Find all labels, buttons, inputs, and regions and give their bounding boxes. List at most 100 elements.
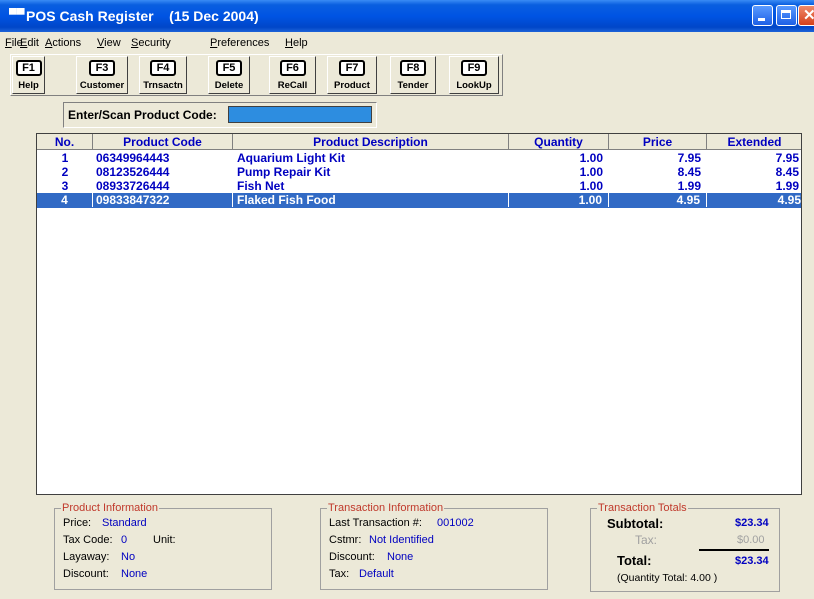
help-button-label: Help xyxy=(18,80,39,91)
transaction-info-title: Transaction Information xyxy=(327,502,445,514)
window-title: POS Cash Register (15 Dec 2004) xyxy=(26,8,259,24)
row-price: 1.99 xyxy=(677,179,701,193)
table-row[interactable]: 2 08123526444 Pump Repair Kit 1.00 8.45 … xyxy=(37,165,801,179)
product-code-input[interactable] xyxy=(228,106,372,123)
pos-window: ▀▀ POS Cash Register (15 Dec 2004) ✕ Fil… xyxy=(0,0,814,599)
col-quantity-header[interactable]: Quantity xyxy=(509,134,609,150)
table-row[interactable]: 3 08933726444 Fish Net 1.00 1.99 1.99 xyxy=(37,179,801,193)
menu-view[interactable]: View xyxy=(97,37,121,49)
total-value: $23.34 xyxy=(735,555,769,567)
scan-label: Enter/Scan Product Code: xyxy=(68,108,217,122)
lookup-button[interactable]: F9 LookUp xyxy=(449,56,499,94)
row-product-code: 09833847322 xyxy=(93,193,233,207)
col-product-code-header[interactable]: Product Code xyxy=(93,134,233,150)
menu-edit[interactable]: Edit xyxy=(20,37,39,49)
lookup-button-label: LookUp xyxy=(456,80,492,91)
f6-key-icon: F6 xyxy=(279,60,306,76)
grid-header: No. Product Code Product Description Qua… xyxy=(37,134,801,151)
close-button[interactable]: ✕ xyxy=(798,5,814,26)
row-quantity: 1.00 xyxy=(579,151,603,165)
col-description-header[interactable]: Product Description xyxy=(233,134,509,150)
customer-button[interactable]: F3 Customer xyxy=(76,56,128,94)
f7-key-icon: F7 xyxy=(339,60,365,76)
f4-key-icon: F4 xyxy=(150,60,176,76)
row-description: Flaked Fish Food xyxy=(233,193,509,207)
f9-key-icon: F9 xyxy=(461,60,487,76)
f1-key-icon: F1 xyxy=(15,60,42,76)
transaction-button[interactable]: F4 Trnsactn xyxy=(139,56,187,94)
table-row[interactable]: 1 06349964443 Aquarium Light Kit 1.00 7.… xyxy=(37,151,801,165)
menu-preferences[interactable]: Preferences xyxy=(210,37,269,49)
price-value: Standard xyxy=(102,517,147,529)
last-transaction-label: Last Transaction #: xyxy=(329,517,422,529)
trans-discount-label: Discount: xyxy=(329,551,375,563)
customer-label: Cstmr: xyxy=(329,534,362,546)
trans-tax-label: Tax: xyxy=(329,568,350,580)
col-price-header[interactable]: Price xyxy=(609,134,707,150)
transaction-button-label: Trnsactn xyxy=(143,80,183,91)
line-items-grid[interactable]: No. Product Code Product Description Qua… xyxy=(36,133,802,495)
maximize-icon xyxy=(781,10,791,19)
close-icon: ✕ xyxy=(803,7,814,24)
row-extended: 8.45 xyxy=(775,165,799,179)
row-price: 7.95 xyxy=(677,151,701,165)
recall-button-label: ReCall xyxy=(277,80,308,91)
row-extended: 7.95 xyxy=(775,151,799,165)
delete-button[interactable]: F5 Delete xyxy=(208,56,250,94)
f5-key-icon: F5 xyxy=(216,60,242,76)
minimize-button[interactable] xyxy=(752,5,773,26)
row-description: Aquarium Light Kit xyxy=(237,151,345,165)
row-price: 8.45 xyxy=(677,165,701,179)
maximize-button[interactable] xyxy=(776,5,797,26)
totals-title: Transaction Totals xyxy=(597,502,688,514)
row-product-code: 06349964443 xyxy=(96,151,170,165)
row-number: 2 xyxy=(61,165,69,179)
taxcode-label: Tax Code: xyxy=(63,534,113,546)
trans-tax-value: Default xyxy=(359,568,394,580)
tax-label: Tax: xyxy=(635,533,658,547)
transaction-totals-panel: Transaction Totals Subtotal: $23.34 Tax:… xyxy=(590,502,780,592)
last-transaction-value: 001002 xyxy=(437,517,474,529)
subtotal-value: $23.34 xyxy=(735,517,769,529)
product-info-title: Product Information xyxy=(61,502,159,514)
menu-bar: File Edit Actions View Security Preferen… xyxy=(0,34,814,52)
taxcode-value: 0 xyxy=(121,534,128,546)
row-extended: 1.99 xyxy=(775,179,799,193)
product-button-label: Product xyxy=(334,80,370,91)
product-button[interactable]: F7 Product xyxy=(327,56,377,94)
discount-value: None xyxy=(121,568,148,580)
function-toolbar: F1 Help F3 Customer F4 Trnsactn F5 Delet… xyxy=(10,54,503,96)
row-quantity: 1.00 xyxy=(579,165,603,179)
row-quantity: 1.00 xyxy=(509,193,609,207)
col-no-header[interactable]: No. xyxy=(37,134,93,150)
row-price: 4.95 xyxy=(609,193,707,207)
row-quantity: 1.00 xyxy=(579,179,603,193)
menu-actions[interactable]: Actions xyxy=(45,37,81,49)
subtotal-label: Subtotal: xyxy=(607,516,664,531)
delete-button-label: Delete xyxy=(214,80,244,91)
col-extended-header[interactable]: Extended xyxy=(707,134,801,150)
tender-button[interactable]: F8 Tender xyxy=(390,56,436,94)
menu-security[interactable]: Security xyxy=(131,37,171,49)
row-description: Pump Repair Kit xyxy=(237,165,331,179)
register-icon: ▀▀ xyxy=(9,9,25,21)
row-product-code: 08123526444 xyxy=(96,165,170,179)
help-button[interactable]: F1 Help xyxy=(12,56,45,94)
tender-button-label: Tender xyxy=(397,80,429,91)
f8-key-icon: F8 xyxy=(400,60,426,76)
minimize-icon xyxy=(758,18,765,21)
menu-help[interactable]: Help xyxy=(285,37,308,49)
row-description: Fish Net xyxy=(237,179,285,193)
recall-button[interactable]: F6 ReCall xyxy=(269,56,316,94)
discount-label: Discount: xyxy=(63,568,109,580)
quantity-total: (Quantity Total: 4.00 ) xyxy=(617,572,718,584)
table-row-selected[interactable]: 4 09833847322 Flaked Fish Food 1.00 4.95… xyxy=(37,193,801,208)
totals-divider xyxy=(699,549,769,551)
transaction-info-panel: Transaction Information Last Transaction… xyxy=(320,502,548,590)
row-number: 3 xyxy=(61,179,69,193)
f3-key-icon: F3 xyxy=(89,60,115,76)
title-bar[interactable]: ▀▀ POS Cash Register (15 Dec 2004) ✕ xyxy=(0,0,814,32)
tax-value: $0.00 xyxy=(737,534,765,546)
customer-button-label: Customer xyxy=(79,80,125,91)
row-product-code: 08933726444 xyxy=(96,179,170,193)
